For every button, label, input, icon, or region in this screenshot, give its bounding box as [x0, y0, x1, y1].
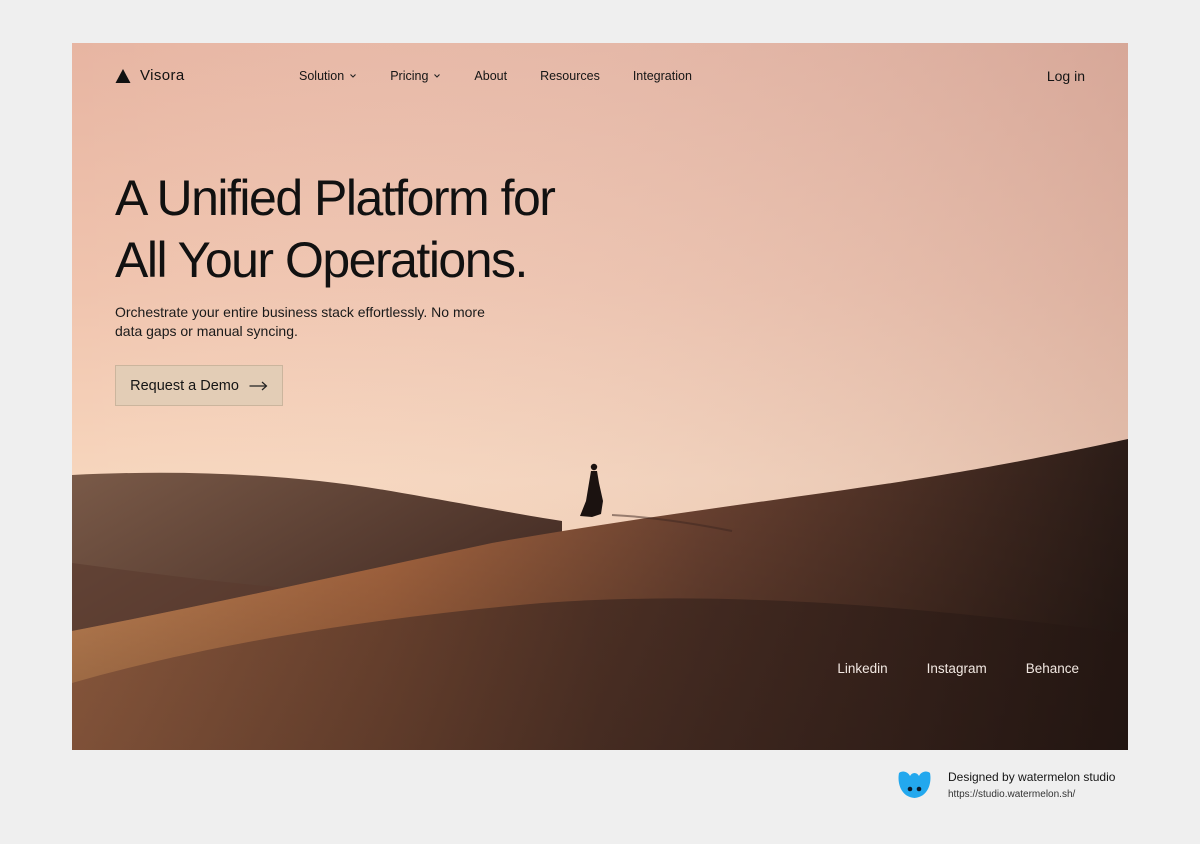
credit-text: Designed by watermelon studio https://st… [948, 770, 1115, 800]
watermelon-studio-logo [898, 771, 931, 798]
nav-item-resources[interactable]: Resources [540, 69, 600, 83]
chevron-down-icon [434, 74, 441, 78]
headline-line-1: A Unified Platform for [115, 170, 556, 226]
nav-item-label: Resources [540, 69, 600, 83]
chevron-down-icon [350, 74, 357, 78]
request-demo-label: Request a Demo [130, 377, 239, 394]
hero-headline: A Unified Platform for All Your Operatio… [115, 167, 675, 291]
login-link[interactable]: Log in [1047, 68, 1085, 84]
hero-frame: Visora Solution Pricing About Resources [72, 43, 1128, 750]
designer-credit: Designed by watermelon studio https://st… [897, 769, 1115, 801]
social-link-instagram[interactable]: Instagram [927, 661, 987, 676]
brand-name: Visora [140, 67, 185, 84]
nav-item-label: Pricing [390, 69, 429, 83]
arrow-right-icon [249, 381, 268, 390]
nav-item-solution[interactable]: Solution [299, 69, 357, 83]
nav-item-integration[interactable]: Integration [633, 69, 692, 83]
social-links: Linkedin Instagram Behance [837, 661, 1079, 676]
nav-item-label: Integration [632, 69, 692, 83]
nav-links: Solution Pricing About Resources Integra… [299, 69, 725, 83]
top-navigation: Visora Solution Pricing About Resources [72, 43, 1128, 109]
triangle-icon [115, 68, 131, 83]
headline-line-2: All Your Operations. [115, 232, 528, 288]
nav-item-pricing[interactable]: Pricing [390, 69, 441, 83]
social-link-linkedin[interactable]: Linkedin [837, 661, 887, 676]
hero-subtext: Orchestrate your entire business stack e… [115, 304, 485, 339]
nav-item-about[interactable]: About [474, 69, 507, 83]
nav-item-label: Solution [299, 69, 345, 83]
request-demo-button[interactable]: Request a Demo [115, 365, 283, 406]
credit-url[interactable]: https://studio.watermelon.sh/ [948, 789, 1115, 800]
brand-logo[interactable]: Visora [115, 67, 185, 84]
credit-title: Designed by watermelon studio [948, 770, 1116, 784]
nav-item-label: About [474, 69, 508, 83]
social-link-behance[interactable]: Behance [1026, 661, 1079, 676]
